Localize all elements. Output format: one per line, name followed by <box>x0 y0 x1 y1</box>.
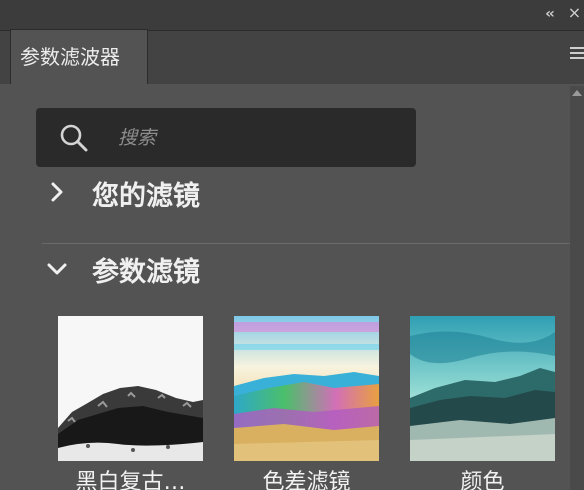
chevron-down-icon <box>47 263 67 275</box>
section-title: 参数滤镜 <box>92 257 200 288</box>
search-icon <box>60 124 88 152</box>
filter-label: 色差滤镜 <box>262 470 351 490</box>
filter-thumbnail-color[interactable] <box>410 316 555 461</box>
section-your-filters[interactable]: 您的滤镜 <box>40 168 560 216</box>
scrollbar[interactable] <box>570 86 584 490</box>
search-box <box>36 108 416 167</box>
filter-label: 黑白复古… <box>75 470 186 490</box>
panel-title-bar: ‹‹ × <box>0 0 584 30</box>
mountain-thumbnail-image <box>234 316 379 461</box>
filter-thumbnail-bw-vintage[interactable] <box>58 316 203 461</box>
tab-neural-filters[interactable]: 参数滤波器 <box>10 29 148 84</box>
section-parametric-filters[interactable]: 参数滤镜 <box>40 246 560 294</box>
filter-thumbnail-chromatic-aberration[interactable] <box>234 316 379 461</box>
double-chevron-left-icon[interactable]: ‹‹ <box>537 3 561 25</box>
search-input[interactable] <box>118 118 398 158</box>
tab-label: 参数滤波器 <box>20 45 120 69</box>
chevron-right-icon <box>51 182 63 202</box>
mountain-thumbnail-image <box>58 316 203 461</box>
mountain-thumbnail-image <box>410 316 555 461</box>
divider <box>42 243 570 244</box>
hamburger-menu-icon[interactable] <box>568 44 584 62</box>
close-icon[interactable]: × <box>565 2 584 24</box>
section-title: 您的滤镜 <box>92 181 200 212</box>
scroll-up-arrow-icon[interactable] <box>572 90 582 96</box>
filter-label: 颜色 <box>460 470 505 490</box>
